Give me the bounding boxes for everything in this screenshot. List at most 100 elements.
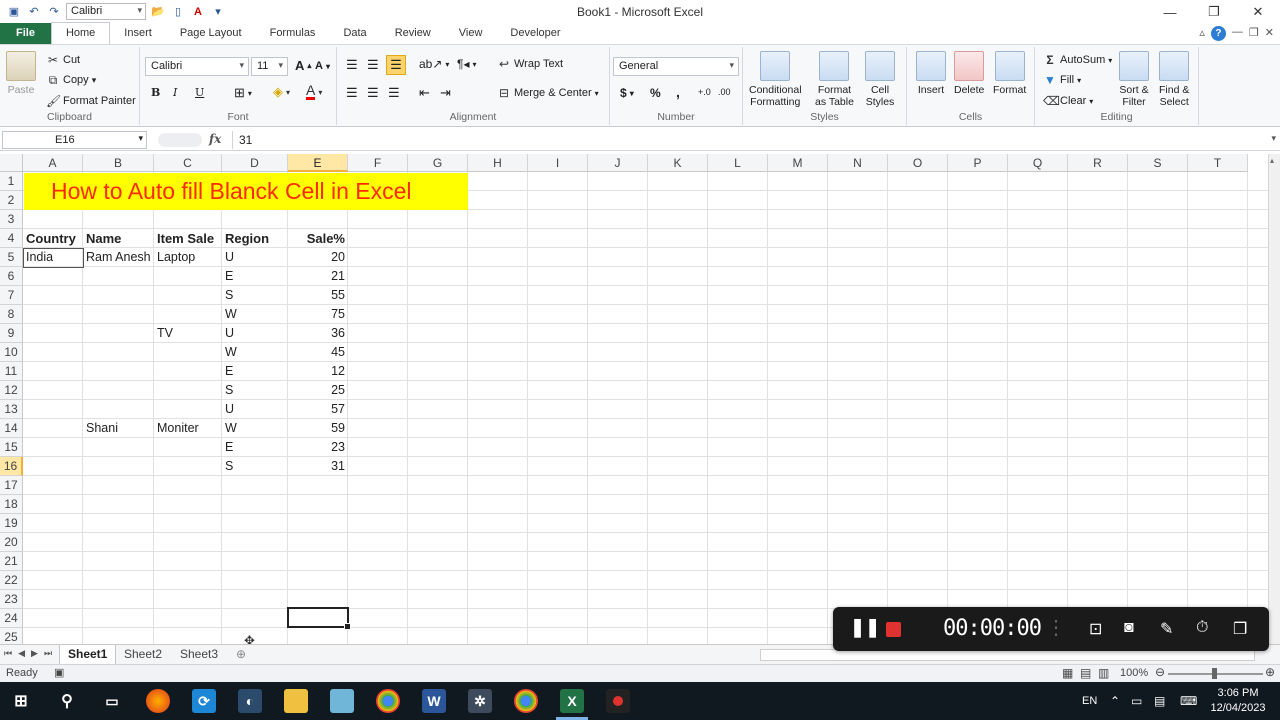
tab-data[interactable]: Data <box>329 23 380 44</box>
column-header-n[interactable]: N <box>828 154 888 172</box>
cell-styles-button[interactable]: Cell Styles <box>865 51 895 108</box>
tab-developer[interactable]: Developer <box>496 23 574 44</box>
expand-formula-icon[interactable]: ▾ <box>1271 133 1276 144</box>
next-sheet-icon[interactable]: ▶ <box>31 648 38 659</box>
row-header-13[interactable]: 13 <box>0 400 23 419</box>
row-header-1[interactable]: 1 <box>0 172 23 191</box>
search-icon[interactable]: ⚲ <box>55 689 79 713</box>
taskbar-clock[interactable]: 3:06 PM 12/04/2023 <box>1205 686 1271 716</box>
cell-region[interactable]: W <box>222 343 288 362</box>
cell-sale[interactable]: 36 <box>288 324 348 343</box>
column-header-d[interactable]: D <box>222 154 288 172</box>
stop-record-icon[interactable] <box>886 622 901 637</box>
increase-indent-icon[interactable]: ⇥ <box>440 85 451 101</box>
cell-sale[interactable]: 55 <box>288 286 348 305</box>
cell-sale[interactable]: 31 <box>288 457 348 476</box>
row-header-9[interactable]: 9 <box>0 324 23 343</box>
cell-sale[interactable]: 57 <box>288 400 348 419</box>
tab-home[interactable]: Home <box>50 22 111 44</box>
text-direction-icon[interactable]: ¶◂ ▾ <box>457 57 476 71</box>
chrome-icon[interactable] <box>376 689 400 713</box>
cell-region[interactable]: S <box>222 457 288 476</box>
restore-icon[interactable]: ❐ <box>1192 0 1236 24</box>
column-header-i[interactable]: I <box>528 154 588 172</box>
language-indicator[interactable]: EN <box>1082 682 1097 720</box>
row-header-2[interactable]: 2 <box>0 191 23 210</box>
row-header-16[interactable]: 16 <box>0 457 23 476</box>
worksheet-grid[interactable]: ABCDEFGHIJKLMNOPQRST 1 2 3 4 5 6 7 8 9 10 11 12 13 14… <box>0 154 1268 644</box>
zoom-out-icon[interactable]: ⊖ <box>1155 665 1165 679</box>
row-header-6[interactable]: 6 <box>0 267 23 286</box>
cell-sale[interactable]: 20 <box>288 248 348 267</box>
cell-region[interactable]: U <box>222 324 288 343</box>
row-header-14[interactable]: 14 <box>0 419 23 438</box>
workbook-restore-icon[interactable]: ❐ <box>1249 26 1259 41</box>
underline-button[interactable]: U <box>195 86 204 99</box>
cell-region[interactable]: W <box>222 419 288 438</box>
column-header-h[interactable]: H <box>468 154 528 172</box>
column-header-r[interactable]: R <box>1068 154 1128 172</box>
bold-button[interactable]: B <box>151 86 160 99</box>
file-explorer-icon[interactable] <box>284 689 308 713</box>
tab-file[interactable]: File <box>0 23 51 44</box>
align-right-icon[interactable]: ☰ <box>388 85 400 101</box>
notepad-icon[interactable] <box>330 689 354 713</box>
header-cell-sale-[interactable]: Sale% <box>288 229 348 248</box>
minimize-icon[interactable]: — <box>1148 0 1192 24</box>
keyboard-icon[interactable]: ⌨ <box>1180 682 1197 720</box>
paste-button[interactable]: Paste <box>6 51 36 96</box>
delete-cells-button[interactable]: Delete <box>954 51 984 96</box>
messages-icon[interactable]: ▤ <box>1154 682 1165 720</box>
firefox-icon[interactable] <box>146 689 170 713</box>
conditional-formatting-button[interactable]: Conditional Formatting <box>749 51 802 108</box>
row-header-25[interactable]: 25 <box>0 628 23 644</box>
row-header-18[interactable]: 18 <box>0 495 23 514</box>
tab-review[interactable]: Review <box>381 23 445 44</box>
sheet-tab-sheet2[interactable]: Sheet2 <box>116 645 170 665</box>
column-header-s[interactable]: S <box>1128 154 1188 172</box>
row-header-4[interactable]: 4 <box>0 229 23 248</box>
cell-item[interactable]: TV <box>154 324 222 343</box>
header-cell-region[interactable]: Region <box>222 229 288 248</box>
align-center-icon[interactable]: ☰ <box>367 85 379 101</box>
currency-button[interactable]: $ ▾ <box>620 86 634 100</box>
percent-button[interactable]: % <box>650 86 661 100</box>
sheet-tab-sheet1[interactable]: Sheet1 <box>59 645 117 665</box>
cell-sale[interactable]: 23 <box>288 438 348 457</box>
header-cell-name[interactable]: Name <box>83 229 154 248</box>
row-header-23[interactable]: 23 <box>0 590 23 609</box>
sort-filter-button[interactable]: Sort & Filter <box>1119 51 1149 108</box>
shrink-font-icon[interactable]: A ▾ <box>315 60 330 72</box>
cell-region[interactable]: E <box>222 267 288 286</box>
macro-record-icon[interactable]: ▣ <box>54 666 64 679</box>
comma-button[interactable]: , <box>676 84 680 100</box>
pause-icon[interactable]: ❚❚ <box>850 617 880 638</box>
borders-icon[interactable]: ⊞ ▾ <box>234 85 252 101</box>
recorder-app-icon[interactable] <box>606 689 630 713</box>
clear-button[interactable]: ⌫ Clear ▾ <box>1043 94 1093 108</box>
copy-button[interactable]: ⧉ Copy ▾ <box>46 73 97 87</box>
format-cells-button[interactable]: Format <box>993 51 1026 96</box>
row-header-11[interactable]: 11 <box>0 362 23 381</box>
cell-region[interactable]: S <box>222 286 288 305</box>
zoom-level[interactable]: 100% <box>1120 667 1148 679</box>
row-header-22[interactable]: 22 <box>0 571 23 590</box>
cell-sale[interactable]: 59 <box>288 419 348 438</box>
camera-icon[interactable]: ◙ <box>1124 619 1134 637</box>
number-format-combo[interactable]: General <box>613 57 739 76</box>
tab-view[interactable]: View <box>445 23 497 44</box>
row-header-5[interactable]: 5 <box>0 248 23 267</box>
orientation-icon[interactable]: ab↗ ▾ <box>419 57 449 71</box>
decrease-indent-icon[interactable]: ⇤ <box>419 85 430 101</box>
row-header-10[interactable]: 10 <box>0 343 23 362</box>
page-layout-view-icon[interactable]: ▤ <box>1080 666 1091 680</box>
name-box[interactable]: E16 <box>2 131 147 149</box>
vertical-scrollbar[interactable]: ▴ <box>1268 154 1280 644</box>
select-all-corner[interactable] <box>0 154 23 172</box>
column-header-o[interactable]: O <box>888 154 948 172</box>
font-color-button-icon[interactable]: A ▾ <box>306 83 322 100</box>
app-icon-2[interactable]: ◐ <box>238 689 262 713</box>
prev-sheet-icon[interactable]: ◀ <box>18 648 25 659</box>
column-header-a[interactable]: A <box>23 154 83 172</box>
app-icon-3[interactable]: ✲ <box>468 689 492 713</box>
